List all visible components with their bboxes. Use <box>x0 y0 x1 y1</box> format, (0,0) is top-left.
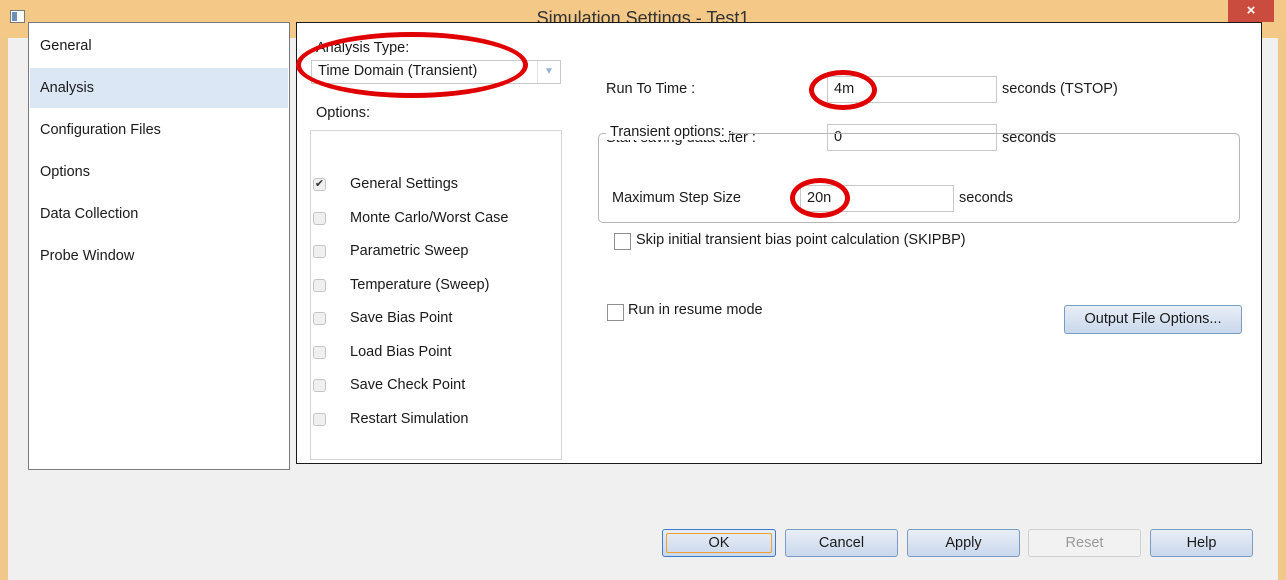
analysis-type-select[interactable]: Time Domain (Transient) ▼ <box>311 60 561 84</box>
run-to-time-unit: seconds (TSTOP) <box>1002 81 1118 97</box>
nav-item-options[interactable]: Options <box>30 152 288 192</box>
checkbox[interactable] <box>313 245 326 258</box>
settings-nav: General Analysis Configuration Files Opt… <box>28 22 290 470</box>
nav-item-analysis[interactable]: Analysis <box>30 68 288 108</box>
nav-item-probe-window[interactable]: Probe Window <box>30 236 288 276</box>
checkbox[interactable] <box>313 379 326 392</box>
close-button[interactable]: × <box>1228 0 1274 22</box>
option-label: Restart Simulation <box>350 411 469 427</box>
option-parametric-sweep[interactable]: Parametric Sweep <box>311 242 561 266</box>
checkbox[interactable] <box>313 346 326 359</box>
nav-item-general[interactable]: General <box>30 26 288 66</box>
output-file-options-button[interactable]: Output File Options... <box>1064 305 1242 334</box>
ok-button[interactable]: OK <box>662 529 776 557</box>
option-label: Save Bias Point <box>350 310 453 326</box>
checkbox[interactable] <box>313 312 326 325</box>
option-label: Load Bias Point <box>350 344 452 360</box>
option-label: General Settings <box>350 176 459 192</box>
options-label: Options: <box>316 105 370 121</box>
apply-button[interactable]: Apply <box>907 529 1020 557</box>
option-save-bias-point[interactable]: Save Bias Point <box>311 309 561 333</box>
checkbox[interactable] <box>313 212 326 225</box>
max-step-input[interactable]: 20n <box>800 185 954 212</box>
run-to-time-label: Run To Time : <box>606 81 696 97</box>
option-load-bias-point[interactable]: Load Bias Point <box>311 343 561 367</box>
checkbox[interactable] <box>313 413 326 426</box>
option-restart-simulation[interactable]: Restart Simulation <box>311 410 561 434</box>
option-label: Monte Carlo/Worst Case <box>350 210 509 226</box>
analysis-type-label: Analysis Type: <box>316 40 410 56</box>
nav-item-configuration-files[interactable]: Configuration Files <box>30 110 288 150</box>
analysis-type-value: Time Domain (Transient) <box>318 63 478 79</box>
max-step-unit: seconds <box>959 190 1014 206</box>
nav-item-data-collection[interactable]: Data Collection <box>30 194 288 234</box>
option-temperature-sweep[interactable]: Temperature (Sweep) <box>311 276 561 300</box>
dialog-window: Simulation Settings - Test1 × General An… <box>0 0 1286 580</box>
resume-mode-label: Run in resume mode <box>628 302 763 318</box>
resume-mode-checkbox[interactable] <box>607 304 624 321</box>
chevron-down-icon[interactable]: ▼ <box>537 61 560 83</box>
help-button[interactable]: Help <box>1150 529 1253 557</box>
option-label: Temperature (Sweep) <box>350 277 490 293</box>
transient-options-label: Transient options: <box>606 124 729 140</box>
option-label: Save Check Point <box>350 377 466 393</box>
skip-bias-label: Skip initial transient bias point calcul… <box>636 232 966 248</box>
max-step-label: Maximum Step Size <box>612 190 741 206</box>
reset-button: Reset <box>1028 529 1141 557</box>
options-list: ✔ General Settings Monte Carlo/Worst Cas… <box>310 130 562 460</box>
run-to-time-input[interactable]: 4m <box>827 76 997 103</box>
cancel-button[interactable]: Cancel <box>785 529 898 557</box>
option-label: Parametric Sweep <box>350 243 469 259</box>
option-monte-carlo[interactable]: Monte Carlo/Worst Case <box>311 209 561 233</box>
check-icon[interactable]: ✔ <box>313 178 326 191</box>
option-general-settings[interactable]: ✔ General Settings <box>311 175 561 199</box>
checkbox[interactable] <box>313 279 326 292</box>
skip-bias-checkbox[interactable] <box>614 233 631 250</box>
option-save-check-point[interactable]: Save Check Point <box>311 376 561 400</box>
